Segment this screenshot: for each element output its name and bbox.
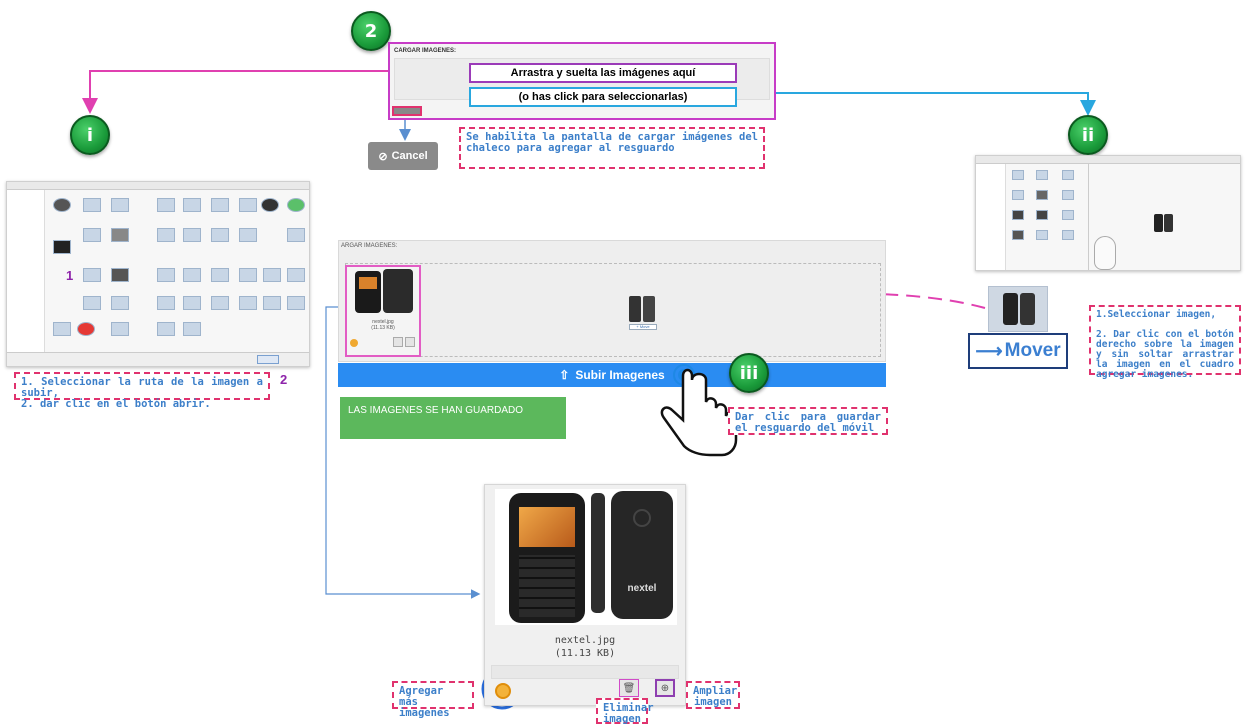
image-preview-card: nextel nextel.jpg (11.13 KB) 🗑 ⊕ bbox=[484, 484, 686, 706]
zoom-icon: ⊕ bbox=[660, 682, 670, 694]
progress-bar bbox=[491, 665, 679, 679]
phone-front bbox=[509, 493, 585, 623]
callout-delete: Eliminar imagen bbox=[596, 698, 654, 725]
phone-photo: nextel bbox=[495, 489, 677, 625]
callout-add-more: Agregar más imagenes bbox=[392, 681, 474, 719]
trash-icon: 🗑 bbox=[622, 682, 636, 694]
phone-brand-label: nextel bbox=[627, 583, 657, 594]
image-filename: nextel.jpg bbox=[554, 635, 616, 646]
delete-image-button[interactable]: 🗑 bbox=[619, 679, 639, 697]
zoom-image-button[interactable]: ⊕ bbox=[655, 679, 675, 697]
callout-zoom: Ampliar imagen bbox=[686, 681, 740, 709]
add-more-icon[interactable] bbox=[495, 683, 511, 699]
saved-message: LAS IMAGENES SE HAN GUARDADO bbox=[340, 397, 566, 439]
image-filesize: (11.13 KB) bbox=[554, 648, 616, 659]
callout-save: Dar clic para guardar el resguardo del m… bbox=[728, 407, 888, 435]
phone-back: nextel bbox=[611, 491, 673, 619]
phone-side bbox=[591, 493, 605, 613]
